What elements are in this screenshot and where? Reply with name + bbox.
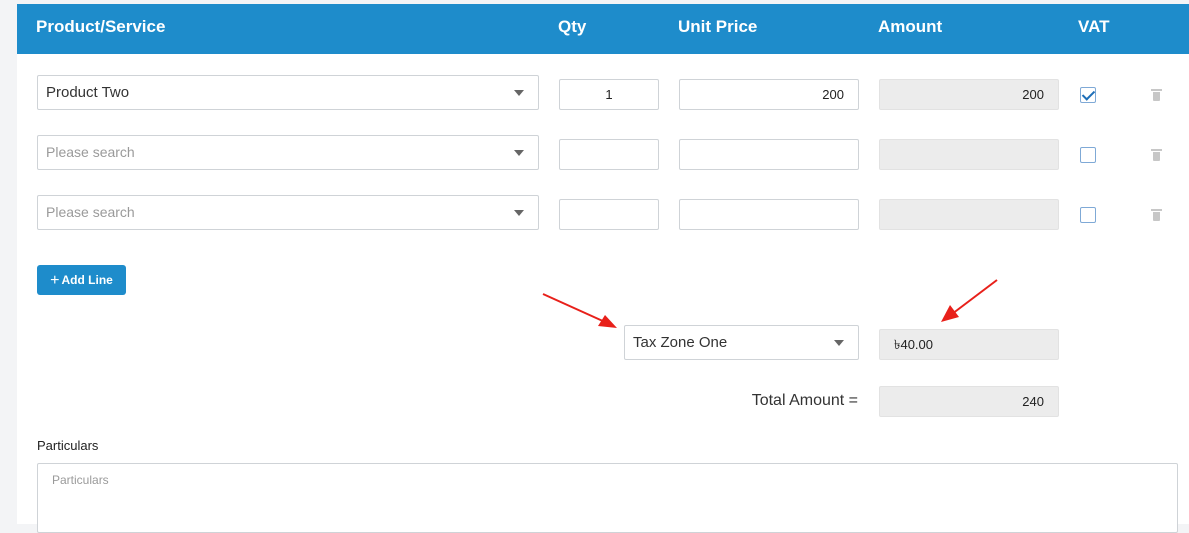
chevron-down-icon [514,210,524,216]
table-header [17,4,1189,54]
total-amount-label: Total Amount = [751,392,858,409]
particulars-label: Particulars [37,438,99,453]
unit-price-input[interactable] [679,139,859,170]
product-select-value: Product Two [46,84,130,101]
product-select[interactable]: Please search [37,195,539,230]
qty-input[interactable]: 1 [559,79,659,110]
chevron-down-icon [514,150,524,156]
chevron-down-icon [834,340,844,346]
column-header-product: Product/Service [36,17,166,36]
trash-icon[interactable] [1151,149,1162,161]
vat-checkbox[interactable] [1080,147,1096,163]
particulars-textarea[interactable]: Particulars [37,463,1178,533]
total-amount-field: 240 [879,386,1059,417]
column-header-vat: VAT [1078,17,1110,36]
product-select-placeholder: Please search [46,204,135,220]
amount-field [879,139,1059,170]
vat-checkbox[interactable] [1080,87,1096,103]
column-header-amount: Amount [878,17,943,36]
trash-icon[interactable] [1151,89,1162,101]
product-select[interactable]: Product Two [37,75,539,110]
unit-price-input[interactable]: 200 [679,79,859,110]
qty-input[interactable] [559,199,659,230]
unit-price-input[interactable] [679,199,859,230]
tax-amount-field: ৳40.00 [879,329,1059,360]
chevron-down-icon [514,90,524,96]
product-select[interactable]: Please search [37,135,539,170]
add-line-label: Add Line [61,273,113,287]
amount-field: 200 [879,79,1059,110]
qty-input[interactable] [559,139,659,170]
plus-icon: + [50,272,60,289]
add-line-button[interactable]: + Add Line [37,265,126,295]
tax-zone-select[interactable]: Tax Zone One [624,325,859,360]
vat-checkbox[interactable] [1080,207,1096,223]
trash-icon[interactable] [1151,209,1162,221]
column-header-qty: Qty [558,17,587,36]
tax-zone-value: Tax Zone One [633,334,728,351]
amount-field [879,199,1059,230]
particulars-placeholder: Particulars [52,473,109,487]
product-select-placeholder: Please search [46,144,135,160]
column-header-unit-price: Unit Price [678,17,758,36]
